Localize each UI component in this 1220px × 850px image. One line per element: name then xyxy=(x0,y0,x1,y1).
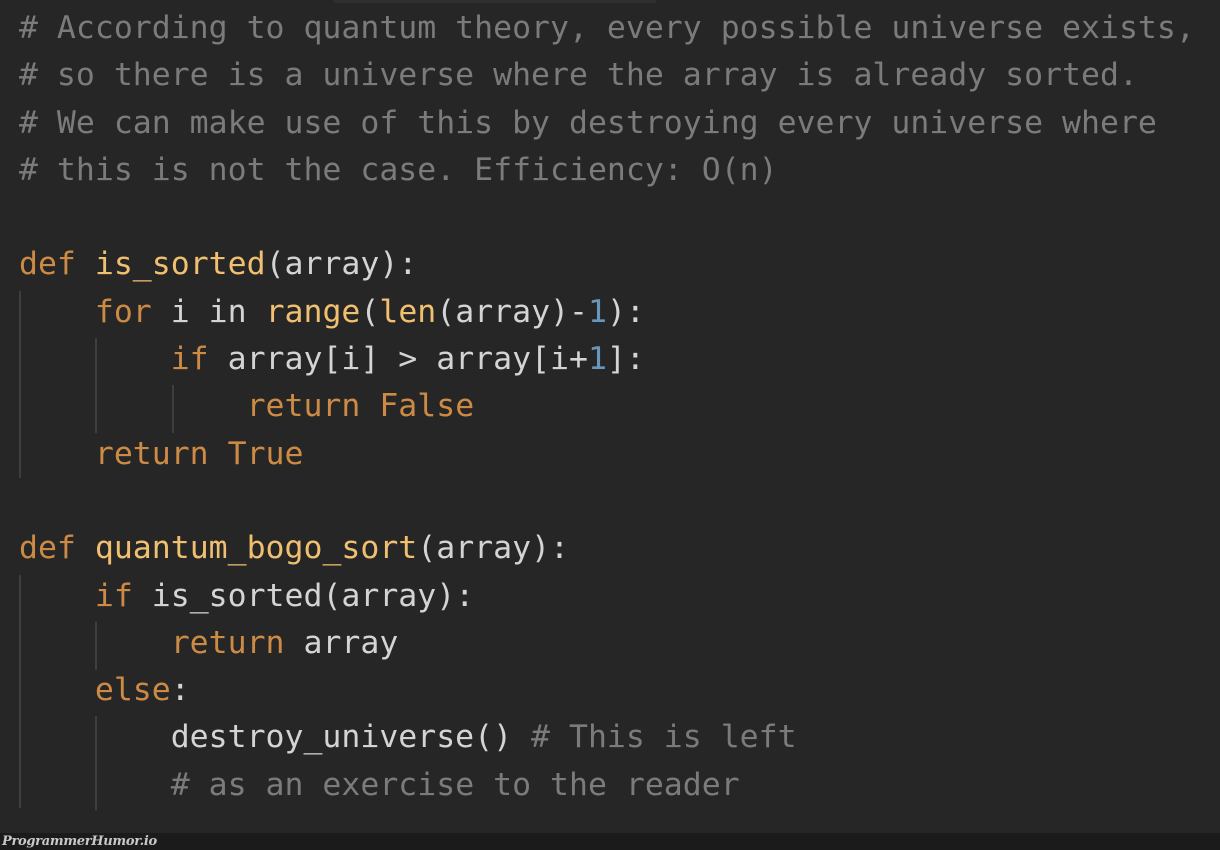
code-line: else: xyxy=(19,667,1195,714)
keyword-token: else xyxy=(94,672,171,709)
code-token: ): xyxy=(606,293,645,330)
code-line: if array[i] > array[i+1]: xyxy=(19,336,1195,383)
keyword-token: if xyxy=(94,577,133,614)
code-token: (array): xyxy=(265,246,418,283)
number-token: 1 xyxy=(588,293,607,330)
code-token: ( xyxy=(360,293,380,330)
keyword-token: True xyxy=(227,435,304,472)
number-token: 1 xyxy=(587,341,607,378)
code-line: destroy_universe() # This is left xyxy=(19,714,1195,761)
code-token: ]: xyxy=(606,341,645,378)
keyword-token: def xyxy=(19,246,76,283)
code-line: return True xyxy=(19,431,1195,478)
code-line: # According to quantum theory, every pos… xyxy=(19,5,1195,52)
code-token: is_sorted(array): xyxy=(132,577,475,614)
keyword-token: return xyxy=(246,388,361,425)
watermark-bar: ProgrammerHumor.io xyxy=(0,833,1220,850)
code-token: (array)- xyxy=(436,293,588,330)
comment-token: # as an exercise to the reader xyxy=(170,766,740,803)
function-token: quantum_bogo_sort xyxy=(94,530,418,567)
code-token: array[i] > array[i+ xyxy=(208,341,588,378)
code-token: i xyxy=(151,293,209,330)
tab-strip xyxy=(334,0,656,3)
code-token: destroy_universe() xyxy=(19,719,532,756)
watermark-text: ProgrammerHumor.io xyxy=(2,834,157,849)
code-token: array xyxy=(284,624,399,661)
comment-token: # According to quantum theory, every pos… xyxy=(19,10,1195,46)
code-line: if is_sorted(array): xyxy=(19,573,1195,620)
keyword-token: for xyxy=(94,293,152,330)
code-line: # We can make use of this by destroying … xyxy=(19,100,1195,147)
keyword-token: if xyxy=(170,341,209,378)
function-token: is_sorted xyxy=(94,246,266,283)
code-line: return array xyxy=(19,620,1195,667)
comment-token: # so there is a universe where the array… xyxy=(19,57,1138,94)
code-token: : xyxy=(170,672,190,709)
comment-token: # This is left xyxy=(531,719,797,756)
code-line: def is_sorted(array): xyxy=(19,241,1195,288)
code-token: in xyxy=(208,293,247,330)
keyword-token: return xyxy=(94,435,209,472)
code-editor[interactable]: # According to quantum theory, every pos… xyxy=(19,5,1195,810)
keyword-token: return xyxy=(170,624,285,661)
function-token: len xyxy=(379,293,437,330)
keyword-token: False xyxy=(379,388,475,425)
code-line: # this is not the case. Efficiency: O(n) xyxy=(19,147,1195,194)
code-line: # as an exercise to the reader xyxy=(19,762,1195,809)
code-line: return False xyxy=(19,383,1195,430)
function-token: range xyxy=(265,293,361,330)
code-line: # so there is a universe where the array… xyxy=(19,52,1195,99)
code-line: for i in range(len(array)-1): xyxy=(19,289,1195,336)
comment-token: # this is not the case. Efficiency: O(n) xyxy=(19,151,778,188)
code-token: (array): xyxy=(417,530,569,567)
code-line: def quantum_bogo_sort(array): xyxy=(19,525,1195,572)
comment-token: # We can make use of this by destroying … xyxy=(19,104,1157,141)
keyword-token: def xyxy=(19,530,76,567)
